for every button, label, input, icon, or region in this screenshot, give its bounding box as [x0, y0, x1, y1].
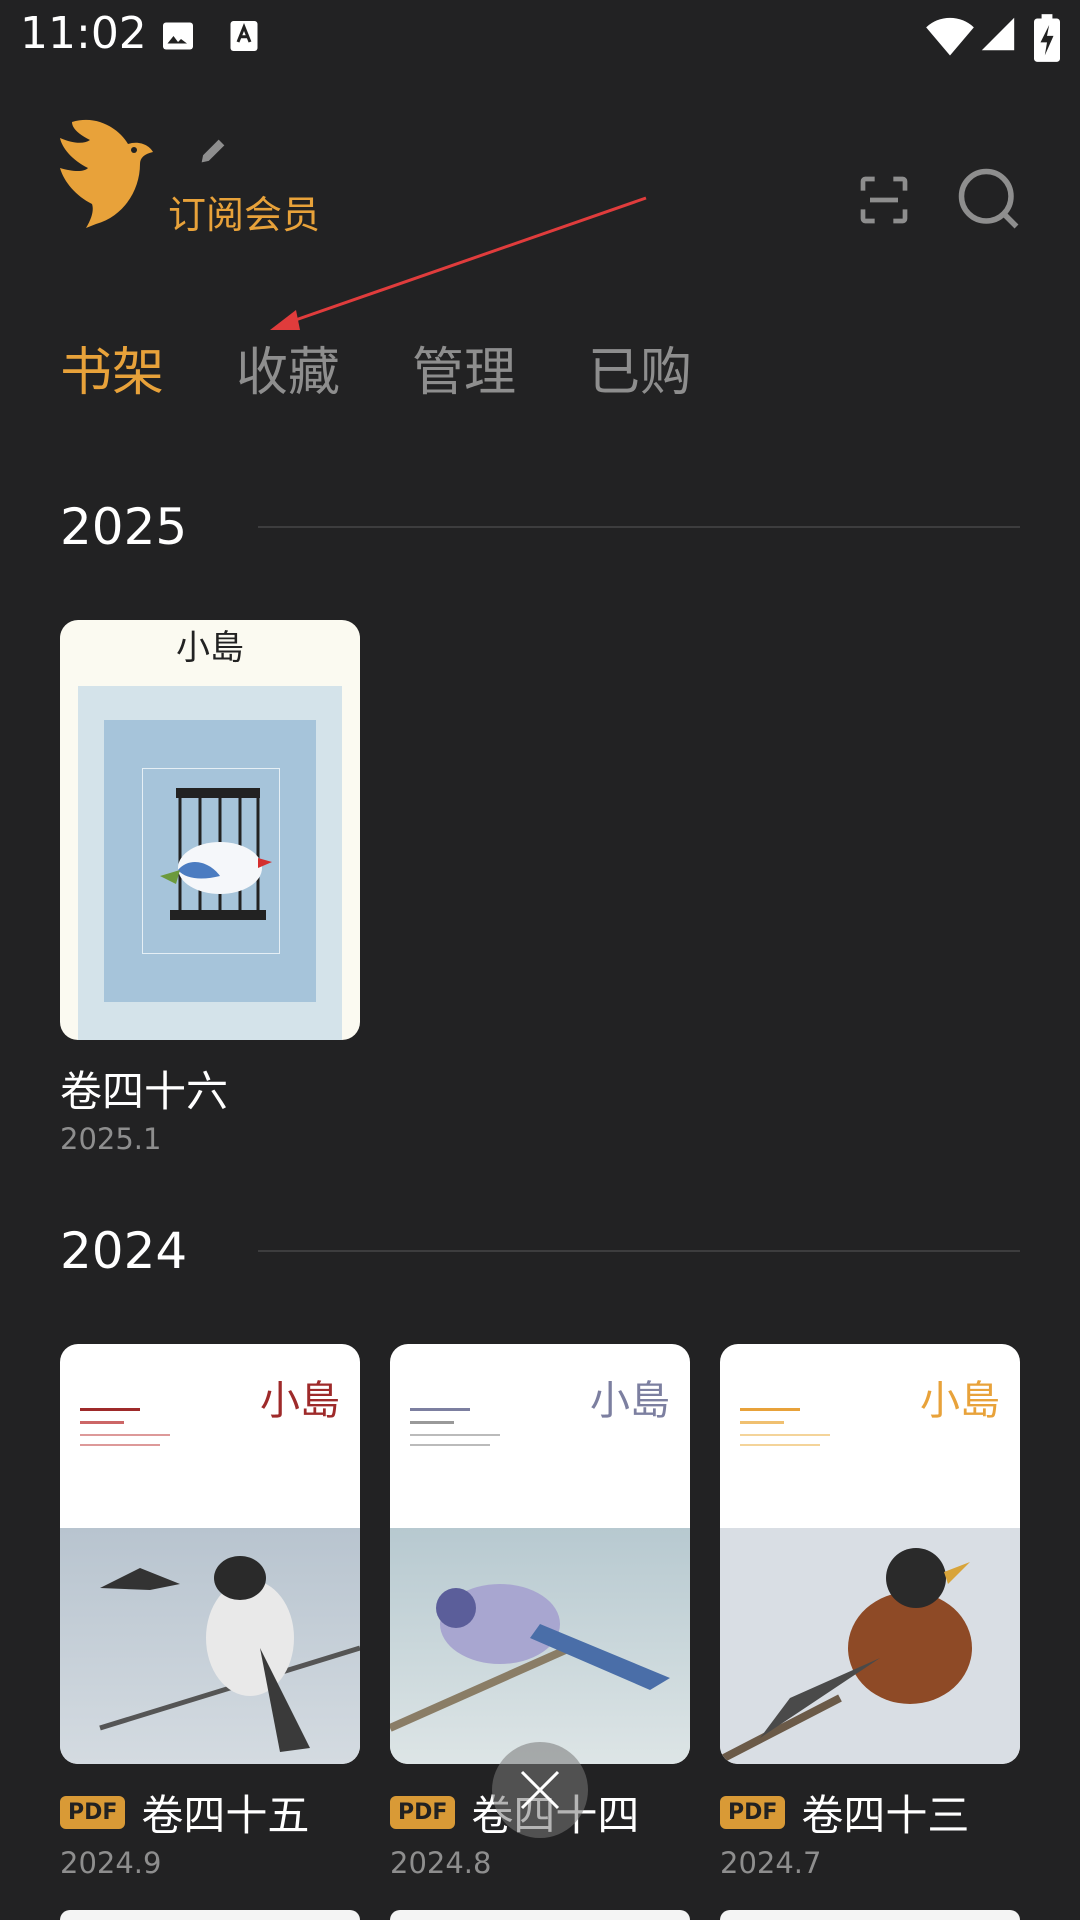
book-cover-45[interactable]: 小島 [60, 1344, 360, 1764]
book-cover-44[interactable]: 小島 [390, 1344, 690, 1764]
book-date: 2025.1 [60, 1122, 162, 1156]
book-title-row[interactable]: PDF 卷四十三 [720, 1782, 969, 1843]
cover-text-block [80, 1404, 180, 1484]
tab-favorites[interactable]: 收藏 [236, 330, 340, 403]
book-cover-peek [390, 1910, 690, 1920]
tab-bookshelf[interactable]: 书架 [60, 330, 164, 403]
book-title[interactable]: 卷四十六 [60, 1058, 228, 1119]
member-subscribe-label[interactable]: 订阅会员 [168, 184, 320, 239]
close-icon [520, 1770, 560, 1810]
section-divider [258, 1250, 1020, 1252]
status-time: 11:02 [20, 8, 147, 59]
cover-title: 小島 [176, 628, 244, 668]
bird-logo-icon[interactable] [58, 112, 158, 234]
cover-title: 小島 [920, 1378, 1000, 1424]
book-date: 2024.9 [60, 1846, 162, 1880]
book-cover-peek [720, 1910, 1020, 1920]
text-a-icon [230, 21, 258, 51]
book-date: 2024.8 [390, 1846, 492, 1880]
book-title-row[interactable]: PDF 卷四十五 [60, 1782, 309, 1843]
close-button[interactable] [492, 1742, 588, 1838]
cover-illustration [390, 1528, 690, 1764]
cover-illustration [720, 1528, 1020, 1764]
cover-title: 小島 [260, 1378, 340, 1424]
pdf-badge: PDF [720, 1796, 786, 1829]
cover-text-block [410, 1404, 510, 1484]
cover-illustration [60, 1528, 360, 1764]
blue-jay-illustration [390, 1584, 670, 1732]
book-cover-43[interactable]: 小島 [720, 1344, 1020, 1764]
book-cover-peek [60, 1910, 360, 1920]
battery-charging-icon [1034, 14, 1060, 62]
section-divider [258, 526, 1020, 528]
scan-icon[interactable] [856, 172, 912, 228]
book-title: 卷四十五 [141, 1791, 310, 1840]
next-row-peek [0, 1910, 1080, 1920]
pdf-badge: PDF [60, 1796, 126, 1829]
pencil-icon[interactable] [196, 134, 230, 168]
cover-text-block [740, 1404, 840, 1484]
wifi-icon [926, 17, 974, 56]
caged-bird-illustration [160, 788, 272, 920]
section-year-2025: 2025 [60, 498, 188, 556]
search-icon[interactable] [956, 166, 1022, 232]
tab-purchased[interactable]: 已购 [588, 330, 692, 403]
tab-bar: 书架 收藏 管理 已购 [60, 330, 764, 403]
tab-manage[interactable]: 管理 [412, 330, 516, 403]
kingbird-illustration [99, 1556, 360, 1752]
book-title: 卷四十三 [801, 1791, 970, 1840]
section-year-2024: 2024 [60, 1222, 188, 1280]
cover-title: 小島 [590, 1378, 670, 1424]
robin-illustration [720, 1548, 972, 1764]
signal-icon [981, 17, 1015, 51]
pdf-badge: PDF [390, 1796, 456, 1829]
book-cover-46[interactable]: 小島 [60, 620, 360, 1040]
image-icon [163, 22, 193, 50]
book-date: 2024.7 [720, 1846, 822, 1880]
